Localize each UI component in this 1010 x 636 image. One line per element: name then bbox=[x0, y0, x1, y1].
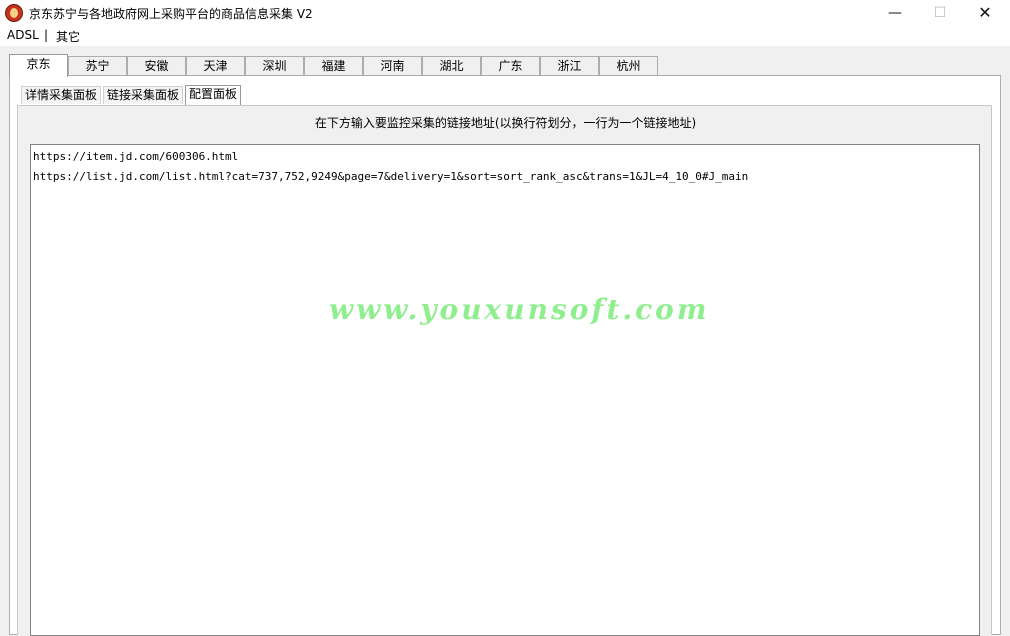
title-bar: 京东苏宁与各地政府网上采购平台的商品信息采集 V2 — ☐ ✕ bbox=[0, 0, 1010, 26]
tab-shenzhen[interactable]: 深圳 bbox=[245, 56, 304, 76]
tab-link-panel[interactable]: 链接采集面板 bbox=[103, 86, 184, 104]
link-list-textarea[interactable]: https://item.jd.com/600306.html https://… bbox=[30, 144, 980, 636]
tab-tianjin[interactable]: 天津 bbox=[186, 56, 245, 76]
link-line: https://list.jd.com/list.html?cat=737,75… bbox=[33, 170, 749, 183]
menu-bar: ADSL | 其它 bbox=[0, 26, 1010, 46]
tab-anhui[interactable]: 安徽 bbox=[127, 56, 186, 76]
tab-detail-panel[interactable]: 详情采集面板 bbox=[21, 86, 102, 104]
window-title: 京东苏宁与各地政府网上采购平台的商品信息采集 V2 bbox=[29, 7, 313, 21]
main-client-area: 京东 苏宁 安徽 天津 深圳 福建 河南 湖北 广东 浙江 杭州 详情采集面板 … bbox=[0, 46, 1010, 636]
menu-other[interactable]: 其它 bbox=[56, 28, 80, 45]
tab-suning[interactable]: 苏宁 bbox=[68, 56, 127, 76]
menu-adsl[interactable]: ADSL bbox=[7, 28, 39, 42]
minimize-button[interactable]: — bbox=[872, 0, 918, 26]
menu-separator: | bbox=[44, 28, 49, 42]
tab-hubei[interactable]: 湖北 bbox=[422, 56, 481, 76]
tab-config-panel[interactable]: 配置面板 bbox=[185, 85, 242, 105]
tab-henan[interactable]: 河南 bbox=[363, 56, 422, 76]
watermark-text: www.youxunsoft.com bbox=[329, 293, 710, 326]
app-logo-icon bbox=[5, 4, 23, 22]
config-panel: 在下方输入要监控采集的链接地址(以换行符划分，一行为一个链接地址) https:… bbox=[17, 105, 992, 636]
tab-fujian[interactable]: 福建 bbox=[304, 56, 363, 76]
close-button[interactable]: ✕ bbox=[962, 0, 1008, 26]
tab-guangdong[interactable]: 广东 bbox=[481, 56, 540, 76]
link-line: https://item.jd.com/600306.html bbox=[33, 150, 239, 163]
config-hint-label: 在下方输入要监控采集的链接地址(以换行符划分，一行为一个链接地址) bbox=[314, 116, 697, 130]
jingdong-tab-panel: 详情采集面板 链接采集面板 配置面板 在下方输入要监控采集的链接地址(以换行符划… bbox=[9, 75, 1001, 636]
tab-jingdong[interactable]: 京东 bbox=[9, 54, 68, 77]
tab-hangzhou[interactable]: 杭州 bbox=[599, 56, 658, 76]
tab-zhejiang[interactable]: 浙江 bbox=[540, 56, 599, 76]
maximize-button[interactable]: ☐ bbox=[917, 0, 963, 26]
